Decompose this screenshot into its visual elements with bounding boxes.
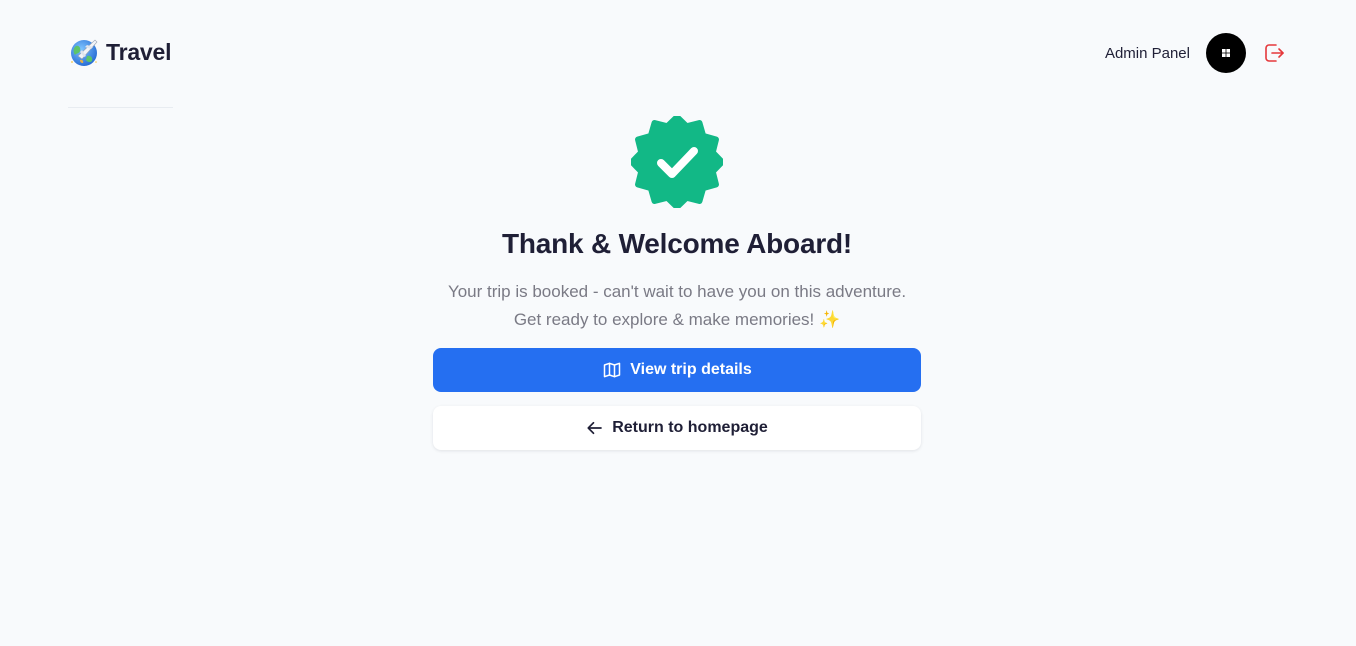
arrow-left-icon — [586, 419, 604, 437]
confirmation-message: Your trip is booked - can't wait to have… — [447, 282, 907, 329]
globe-airplane-icon — [71, 39, 98, 66]
windows-logo-icon — [1222, 49, 1230, 57]
return-to-homepage-label: Return to homepage — [612, 419, 768, 436]
logout-icon — [1265, 44, 1284, 62]
logo-text: Travel — [106, 38, 172, 65]
view-trip-details-label: View trip details — [630, 361, 752, 378]
logo-link[interactable]: Travel — [68, 36, 171, 68]
header-actions: Admin Panel — [1105, 33, 1286, 73]
header-divider — [68, 107, 173, 108]
avatar[interactable] — [1206, 33, 1246, 73]
logout-button[interactable] — [1262, 41, 1286, 65]
top-header: Travel Admin Panel — [0, 0, 1356, 105]
map-icon — [602, 360, 622, 380]
view-trip-details-button[interactable]: View trip details — [433, 348, 921, 392]
verified-check-badge-icon — [631, 116, 723, 208]
page-title: Thank & Welcome Aboard! — [501, 228, 853, 259]
admin-panel-link[interactable]: Admin Panel — [1105, 45, 1190, 62]
booking-success-panel: Thank & Welcome Aboard! Your trip is boo… — [433, 116, 921, 450]
return-to-homepage-button[interactable]: Return to homepage — [433, 406, 921, 450]
